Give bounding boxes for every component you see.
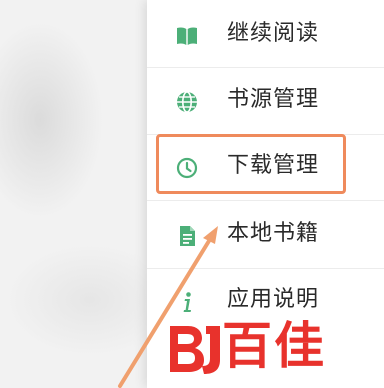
watermark-text: 百佳 xyxy=(222,317,326,375)
